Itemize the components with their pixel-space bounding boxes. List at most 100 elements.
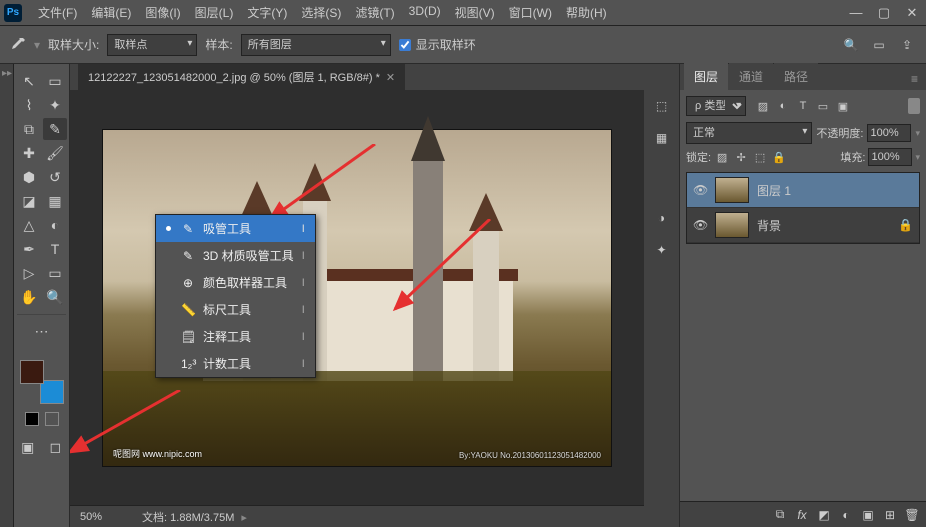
color-swatches[interactable]	[20, 360, 64, 404]
workspace-icon[interactable]: ▭	[870, 37, 888, 53]
gradient-tool[interactable]: ▦	[43, 190, 67, 212]
menu-edit[interactable]: 编辑(E)	[85, 0, 137, 25]
maximize-button[interactable]: ▢	[870, 3, 898, 23]
tab-channels[interactable]: 通道	[729, 63, 773, 90]
menu-type[interactable]: 文字(Y)	[241, 0, 293, 25]
menu-filter[interactable]: 滤镜(T)	[349, 0, 400, 25]
edit-toolbar-button[interactable]: ⋯	[30, 320, 54, 342]
dock-styles-icon[interactable]: ✦	[649, 238, 675, 262]
delete-layer-icon[interactable]: 🗑	[904, 507, 920, 523]
path-select-tool[interactable]: ▷	[17, 262, 41, 284]
eyedropper-tool[interactable]: ✎	[43, 118, 67, 140]
eraser-tool[interactable]: ◪	[17, 190, 41, 212]
default-colors-icon[interactable]	[25, 412, 39, 426]
dock-swatches-icon[interactable]: ▦	[649, 126, 675, 150]
filter-smart-icon[interactable]: ▣	[834, 97, 852, 115]
dock-adjustments-icon[interactable]: ◑	[649, 206, 675, 230]
layer-row[interactable]: 👁 背景 🔒	[687, 208, 919, 243]
type-tool[interactable]: T	[43, 238, 67, 260]
blur-tool[interactable]: △	[17, 214, 41, 236]
blend-mode-select[interactable]: 正常	[686, 122, 812, 144]
menu-file[interactable]: 文件(F)	[32, 0, 83, 25]
crop-tool[interactable]: ⧉	[17, 118, 41, 140]
quick-select-tool[interactable]: ✦	[43, 94, 67, 116]
lock-position-icon[interactable]: ✢	[733, 149, 749, 165]
clone-stamp-tool[interactable]: ⬢	[17, 166, 41, 188]
doc-info-label: 文档:	[142, 512, 167, 524]
visibility-icon[interactable]: 👁	[693, 183, 707, 197]
move-tool[interactable]: ↖	[17, 70, 41, 92]
status-caret-icon[interactable]: ▸	[241, 512, 247, 524]
opacity-input[interactable]	[867, 124, 911, 142]
layer-mask-icon[interactable]: ◩	[816, 507, 832, 523]
lock-artboard-icon[interactable]: ⬚	[752, 149, 768, 165]
marquee-tool[interactable]: ▭	[43, 70, 67, 92]
collapse-arrows-icon[interactable]: ▸▸	[2, 68, 12, 79]
visibility-icon[interactable]: 👁	[693, 218, 707, 232]
close-tab-icon[interactable]: ✕	[386, 71, 395, 84]
link-layers-icon[interactable]: ⧉	[772, 507, 788, 523]
search-icon[interactable]: 🔍	[842, 37, 860, 53]
dodge-tool[interactable]: ◐	[43, 214, 67, 236]
adjustment-layer-icon[interactable]: ◐	[838, 507, 854, 523]
zoom-tool[interactable]: 🔍	[43, 286, 67, 308]
healing-brush-tool[interactable]: ✚	[17, 142, 41, 164]
quick-mask-icon[interactable]	[45, 412, 59, 426]
left-gutter: ▸▸	[0, 64, 14, 527]
filter-shape-icon[interactable]: ▭	[814, 97, 832, 115]
layer-name[interactable]: 图层 1	[757, 182, 791, 199]
minimize-button[interactable]: —	[842, 3, 870, 23]
menu-layer[interactable]: 图层(L)	[189, 0, 240, 25]
hand-tool[interactable]: ✋	[17, 286, 41, 308]
tab-layers[interactable]: 图层	[684, 63, 728, 90]
share-icon[interactable]: ⇪	[898, 37, 916, 53]
filter-adjust-icon[interactable]: ◐	[774, 97, 792, 115]
fill-input[interactable]	[868, 148, 912, 166]
lasso-tool[interactable]: ⌇	[17, 94, 41, 116]
pen-tool[interactable]: ✒	[17, 238, 41, 260]
sample-select[interactable]: 所有图层	[241, 34, 391, 56]
show-ring-checkbox[interactable]	[399, 39, 411, 51]
menu-view[interactable]: 视图(V)	[449, 0, 501, 25]
zoom-level[interactable]: 50%	[80, 511, 102, 523]
filter-pixel-icon[interactable]: ▨	[754, 97, 772, 115]
flyout-note[interactable]: 🗒 注释工具 I	[156, 323, 315, 350]
eyedropper-tool-icon	[10, 37, 26, 53]
close-button[interactable]: ✕	[898, 3, 926, 23]
document-tab[interactable]: 12122227_123051482000_2.jpg @ 50% (图层 1,…	[78, 64, 405, 90]
tab-paths[interactable]: 路径	[774, 63, 818, 90]
layer-name[interactable]: 背景	[757, 217, 781, 234]
menu-help[interactable]: 帮助(H)	[560, 0, 613, 25]
foreground-color-swatch[interactable]	[20, 360, 44, 384]
flyout-3d-material-eyedropper[interactable]: ✎ 3D 材质吸管工具 I	[156, 242, 315, 269]
history-brush-tool[interactable]: ↺	[43, 166, 67, 188]
filter-toggle[interactable]	[908, 98, 920, 114]
lock-all-icon[interactable]: 🔒	[771, 149, 787, 165]
menu-image[interactable]: 图像(I)	[139, 0, 186, 25]
flyout-count[interactable]: 1₂³ 计数工具 I	[156, 350, 315, 377]
screen-mode-icon[interactable]: ▣	[17, 436, 39, 458]
flyout-ruler[interactable]: 📏 标尺工具 I	[156, 296, 315, 323]
new-layer-icon[interactable]: ⊞	[882, 507, 898, 523]
menu-select[interactable]: 选择(S)	[295, 0, 347, 25]
sample-size-label: 取样大小:	[48, 36, 99, 53]
flyout-eyedropper[interactable]: ✎ 吸管工具 I	[156, 215, 315, 242]
group-icon[interactable]: ▣	[860, 507, 876, 523]
layer-fx-icon[interactable]: fx	[794, 507, 810, 523]
sample-size-select[interactable]: 取样点	[107, 34, 197, 56]
filter-type-icon[interactable]: T	[794, 97, 812, 115]
layer-filter-select[interactable]: ρ 类型	[686, 96, 746, 116]
shape-tool[interactable]: ▭	[43, 262, 67, 284]
panel-menu-icon[interactable]: ≡	[903, 68, 926, 90]
brush-tool[interactable]: 🖌	[43, 142, 67, 164]
flyout-color-sampler[interactable]: ⊕ 颜色取样器工具 I	[156, 269, 315, 296]
dock-color-icon[interactable]: ⬚	[649, 94, 675, 118]
layer-thumbnail[interactable]	[715, 177, 749, 203]
layer-thumbnail[interactable]	[715, 212, 749, 238]
screen-mode2-icon[interactable]: ◻	[45, 436, 67, 458]
menu-3d[interactable]: 3D(D)	[403, 0, 447, 25]
lock-pixels-icon[interactable]: ▨	[714, 149, 730, 165]
layer-row[interactable]: 👁 图层 1	[687, 173, 919, 208]
show-ring-checkbox-wrap[interactable]: 显示取样环	[399, 36, 476, 53]
menu-window[interactable]: 窗口(W)	[503, 0, 558, 25]
